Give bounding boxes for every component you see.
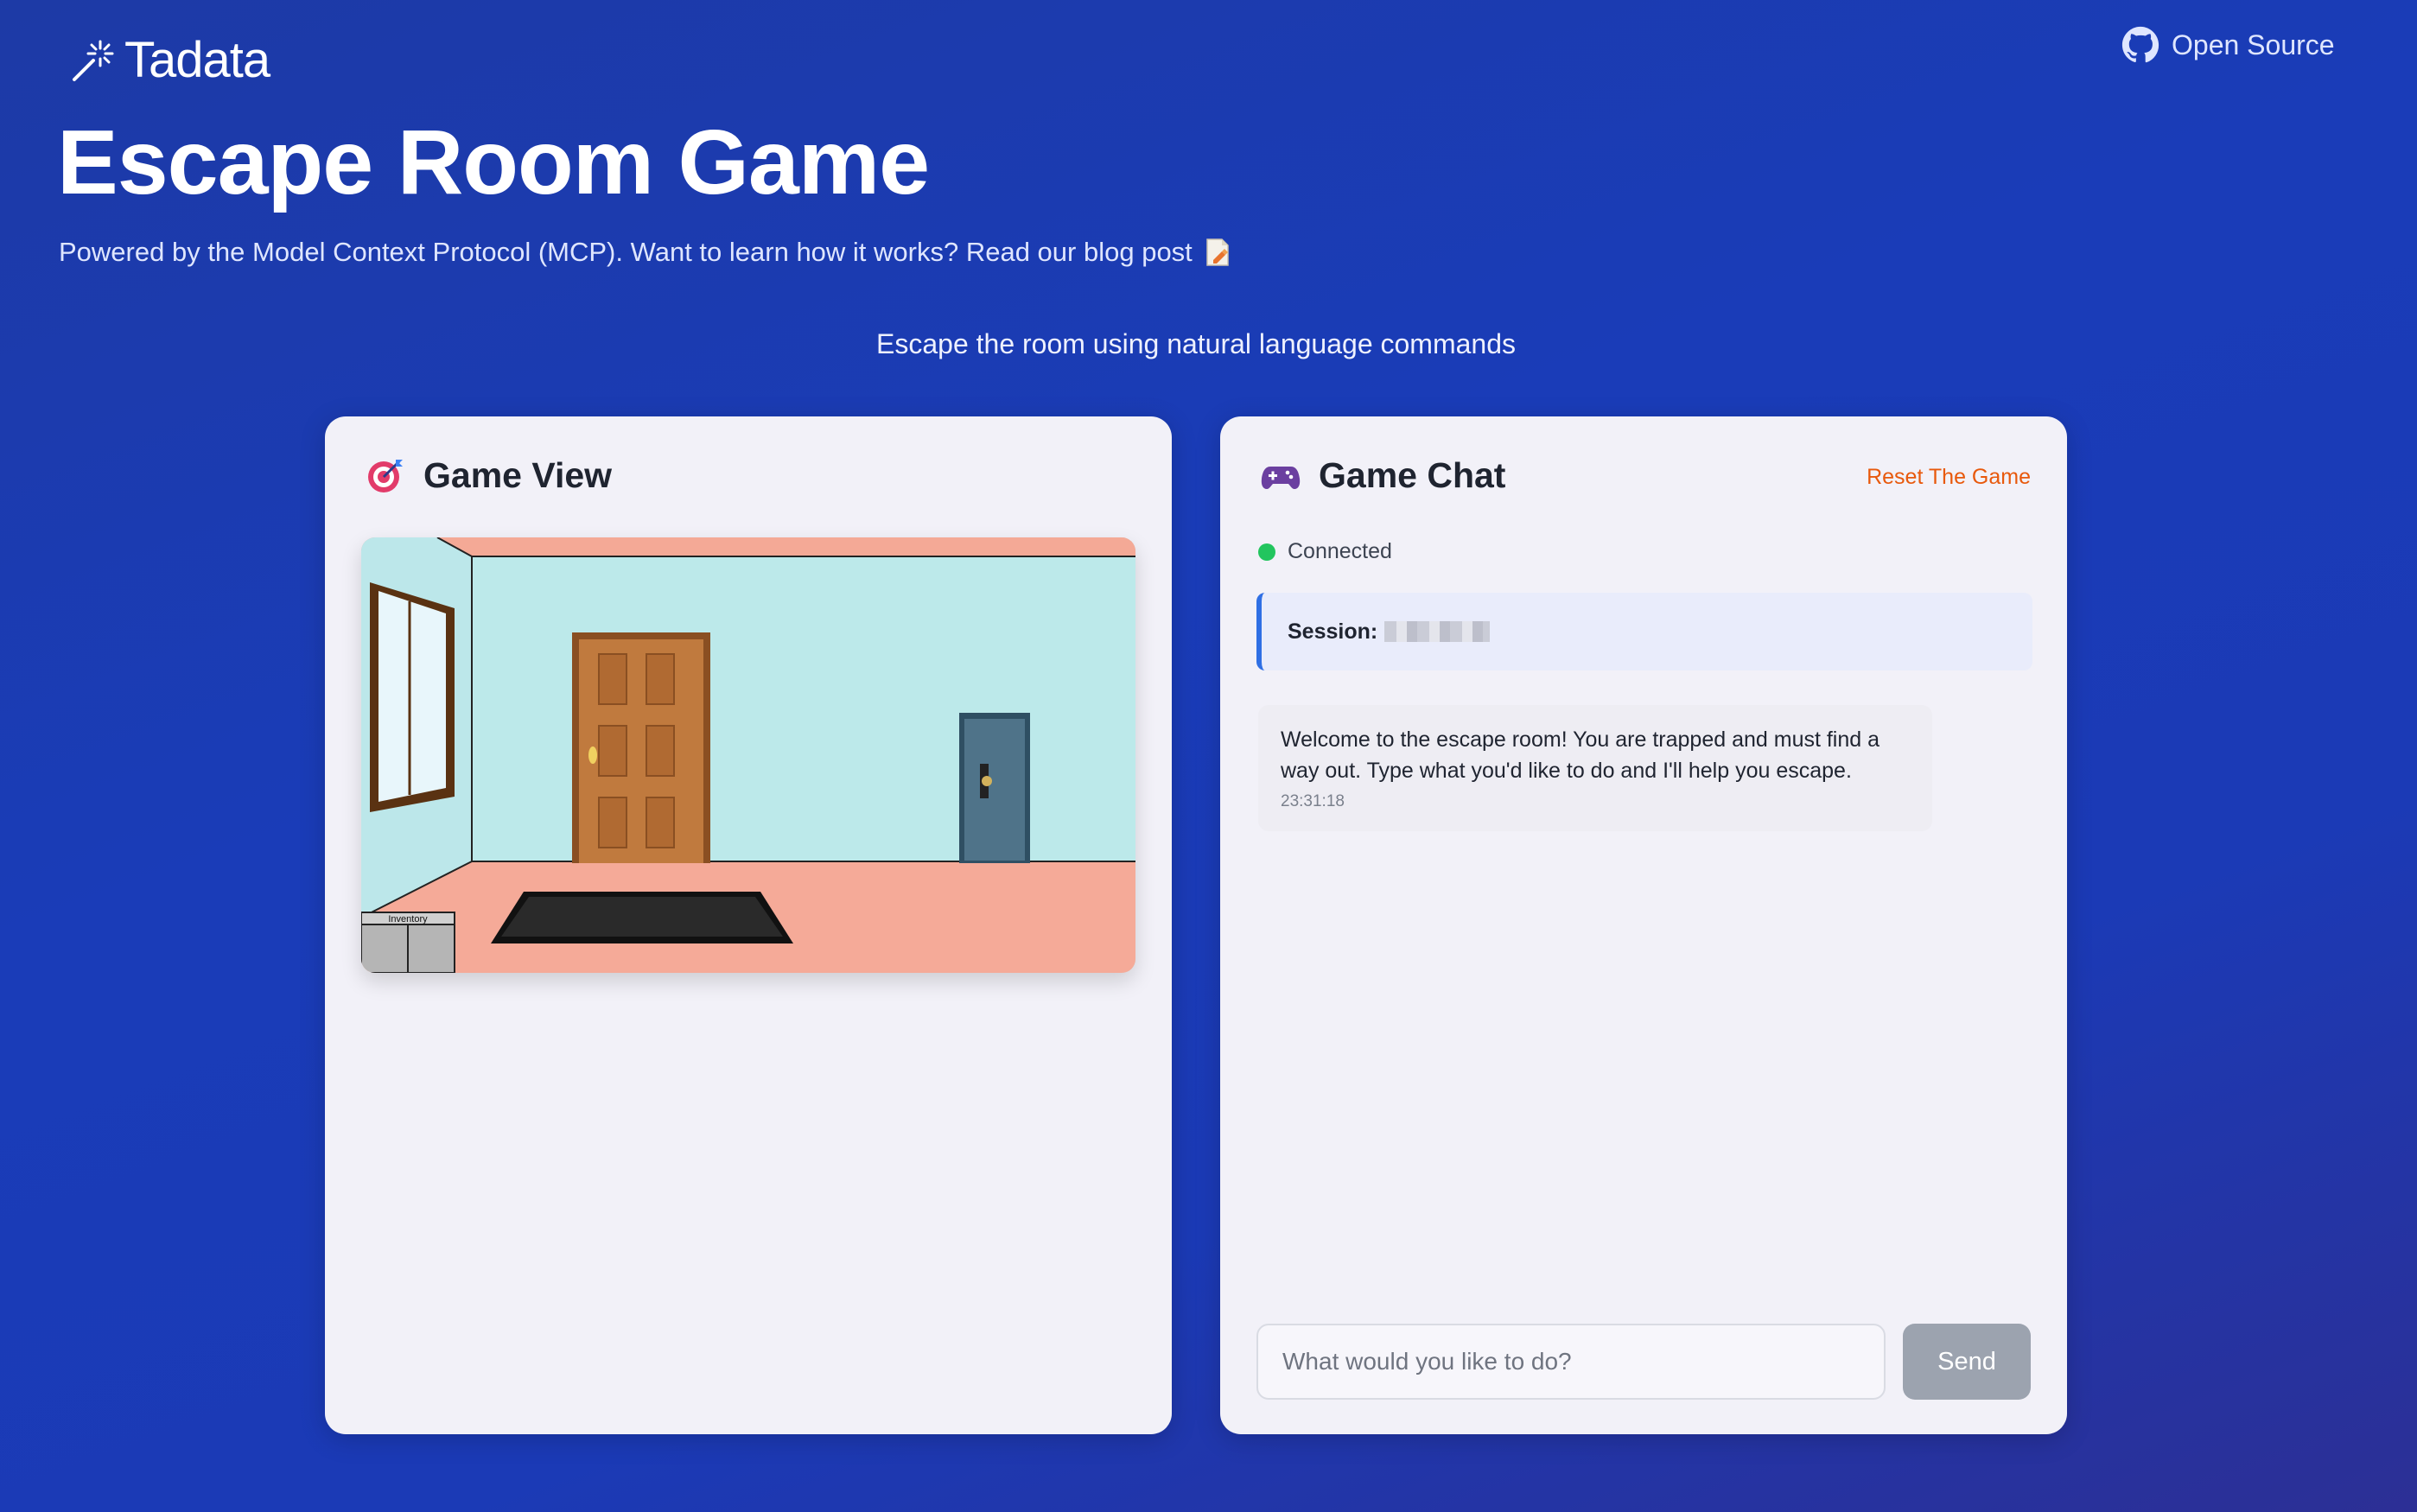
tagline: Escape the room using natural language c… [876,328,1516,359]
brand-name: Tadata [124,32,270,88]
send-button[interactable]: Send [1903,1324,2031,1400]
wooden-door[interactable] [572,632,710,863]
game-chat-panel: Game Chat Reset The Game Connected Sessi… [1220,416,2067,1434]
status-text: Connected [1288,539,1392,563]
game-view-title: Game View [423,454,613,495]
magic-wand-icon [67,35,119,86]
command-input[interactable] [1256,1324,1886,1400]
gamepad-icon [1260,454,1301,496]
subtitle-text[interactable]: Powered by the Model Context Protocol (M… [59,237,1193,268]
game-chat-header: Game Chat [1260,454,1505,496]
safe-door[interactable] [959,713,1030,863]
document-icon [1205,238,1231,267]
chat-message: Welcome to the escape room! You are trap… [1258,705,1932,831]
connection-status: Connected [1258,539,1392,564]
session-label: Session: [1288,619,1378,644]
status-dot-icon [1258,543,1275,561]
message-timestamp: 23:31:18 [1281,792,1345,810]
inventory-box[interactable]: Inventory [361,912,455,973]
brand-logo[interactable]: Tadata [67,31,270,89]
game-view-panel: Game View Inventory [325,416,1172,1434]
reset-game-button[interactable]: Reset The Game [1867,465,2031,490]
page-title: Escape Room Game [57,111,930,213]
page-subtitle: Powered by the Model Context Protocol (M… [59,237,1231,268]
open-source-link[interactable]: Open Source [2121,26,2335,64]
session-info: Session: [1256,593,2032,670]
inventory-label: Inventory [388,914,428,924]
open-source-label: Open Source [2172,29,2335,60]
github-icon [2121,26,2159,64]
game-view-header: Game View [365,454,612,496]
target-icon [365,454,406,496]
message-text: Welcome to the escape room! You are trap… [1281,727,1880,783]
game-chat-title: Game Chat [1319,454,1506,495]
session-id-redacted [1384,621,1491,642]
escape-room-scene[interactable]: Inventory [361,537,1135,973]
window[interactable] [370,582,455,812]
